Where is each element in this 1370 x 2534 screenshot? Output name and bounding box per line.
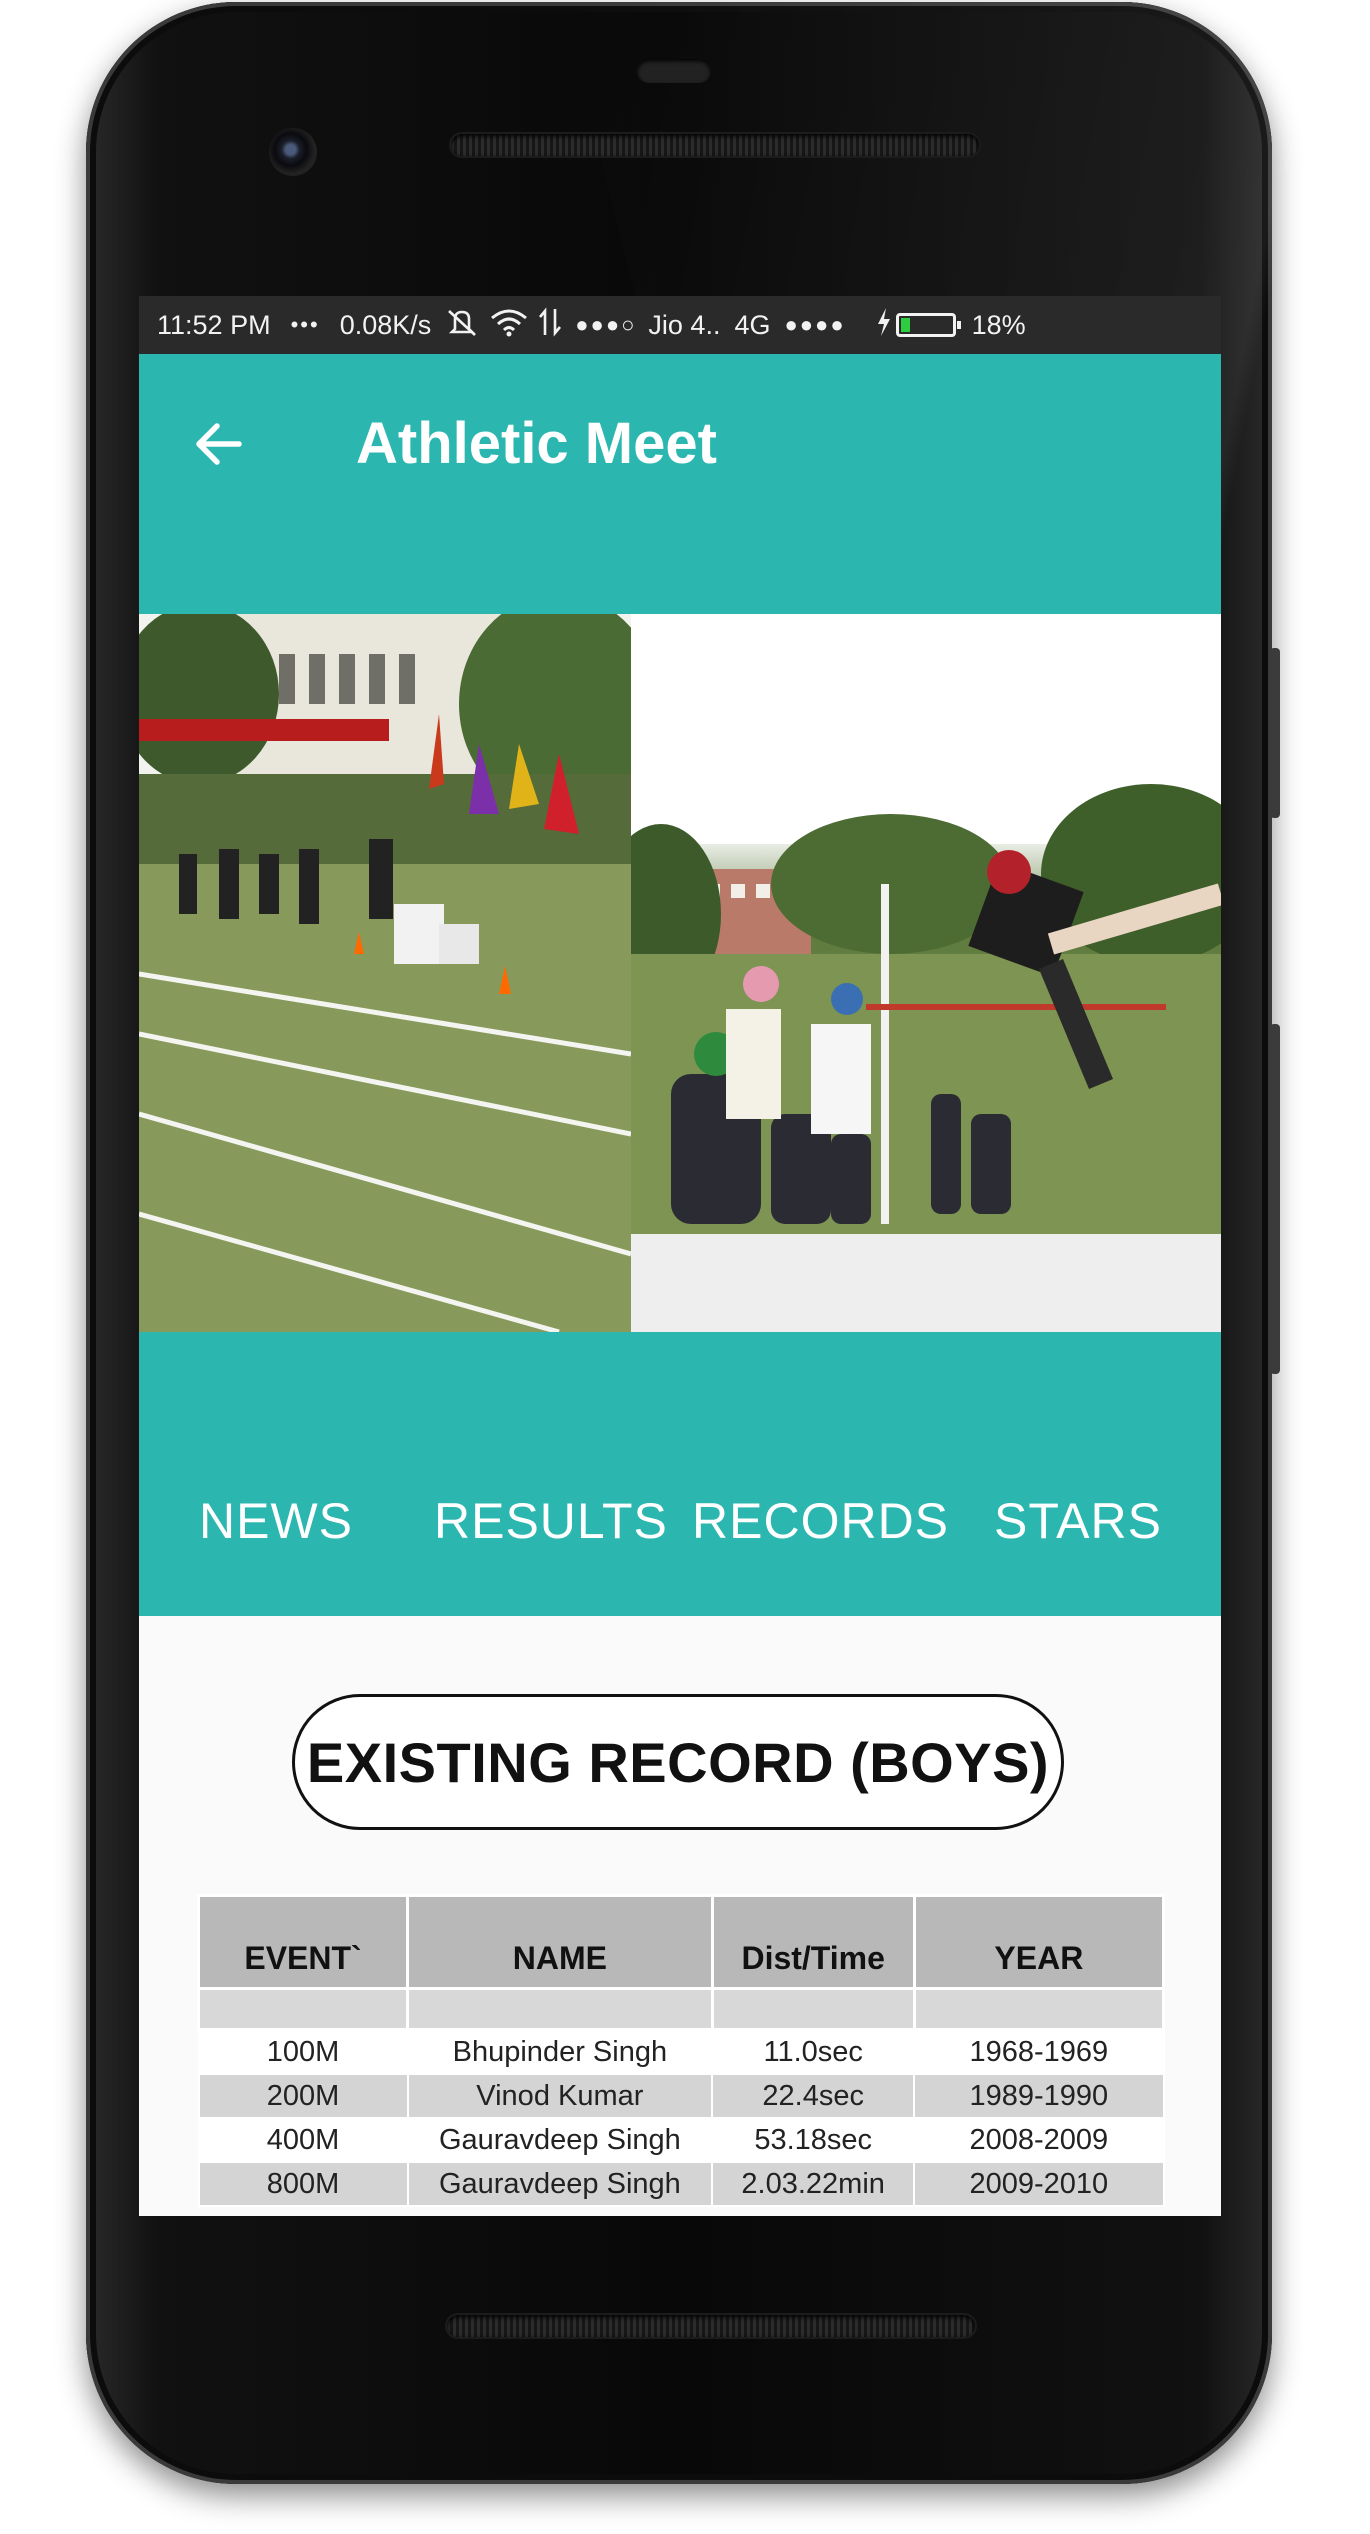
cell-year: 2009-2010 bbox=[913, 2161, 1165, 2207]
header-image-strip bbox=[139, 614, 1221, 1332]
table-row: 200M Vinod Kumar 22.4sec 1989-1990 bbox=[197, 2073, 1165, 2119]
network-speed: 0.08K/s bbox=[339, 309, 432, 340]
high-jump-photo bbox=[631, 614, 1221, 1332]
cell-name: Gauravdeep Singh bbox=[406, 2161, 714, 2207]
record-heading: EXISTING RECORD (BOYS) bbox=[292, 1694, 1064, 1830]
cell-name: Vinod Kumar bbox=[406, 2073, 714, 2119]
front-camera-icon bbox=[269, 128, 317, 176]
clock: 11:52 PM bbox=[157, 309, 271, 340]
bottom-speaker bbox=[447, 2315, 975, 2337]
cell-dist-time: 22.4sec bbox=[711, 2073, 916, 2119]
cell-event: 800M bbox=[197, 2161, 409, 2207]
tab-results[interactable]: RESULTS bbox=[434, 1492, 668, 1550]
column-header-event: EVENT` bbox=[196, 1894, 410, 1990]
network-type: 4G bbox=[734, 309, 771, 340]
app-bar: Athletic Meet bbox=[139, 354, 1221, 614]
table-header-spacer bbox=[196, 1987, 1166, 2031]
cell-name: Gauravdeep Singh bbox=[406, 2117, 714, 2163]
cell-event: 200M bbox=[197, 2073, 409, 2119]
tab-stars[interactable]: STARS bbox=[994, 1492, 1162, 1550]
table-row: 400M Gauravdeep Singh 53.18sec 2008-2009 bbox=[197, 2117, 1165, 2163]
proximity-sensor bbox=[637, 59, 711, 83]
earpiece-speaker bbox=[451, 134, 979, 156]
cell-year: 1968-1969 bbox=[913, 2028, 1165, 2075]
records-content: EXISTING RECORD (BOYS) EVENT` NAME Dist/… bbox=[139, 1616, 1221, 2216]
volume-button bbox=[1270, 648, 1280, 818]
tab-records[interactable]: RECORDS bbox=[692, 1492, 949, 1550]
mute-icon bbox=[445, 307, 479, 344]
column-header-dist-time: Dist/Time bbox=[710, 1894, 916, 1990]
charging-bolt-icon bbox=[876, 307, 892, 343]
battery-percent: 18% bbox=[971, 309, 1026, 340]
tab-news[interactable]: NEWS bbox=[199, 1492, 353, 1550]
more-dots-icon: ••• bbox=[290, 312, 320, 337]
cell-name: Bhupinder Singh bbox=[406, 2028, 714, 2075]
app-screen: 11:52 PM ••• 0.08K/s ●●●○ Jio 4.. 4G ●●●… bbox=[139, 296, 1221, 2216]
wifi-icon bbox=[489, 307, 529, 344]
column-header-year: YEAR bbox=[912, 1894, 1166, 1990]
signal-strength-2: ●●●● bbox=[784, 312, 846, 337]
tab-bar: NEWS RESULTS RECORDS STARS bbox=[139, 1332, 1221, 1616]
cell-year: 1989-1990 bbox=[913, 2073, 1165, 2119]
race-track-photo bbox=[139, 614, 631, 1332]
battery-icon bbox=[895, 313, 961, 337]
page-title: Athletic Meet bbox=[356, 411, 717, 476]
table-row: 100M Bhupinder Singh 11.0sec 1968-1969 bbox=[197, 2028, 1165, 2075]
cell-event: 400M bbox=[197, 2117, 409, 2163]
column-header-name: NAME bbox=[406, 1894, 714, 1990]
cell-dist-time: 11.0sec bbox=[711, 2028, 916, 2075]
cell-event: 100M bbox=[197, 2028, 409, 2075]
table-header-row: EVENT` NAME Dist/Time YEAR bbox=[196, 1894, 1166, 1990]
records-table: EVENT` NAME Dist/Time YEAR 100M Bhupinde… bbox=[196, 1894, 1166, 2207]
carrier-name: Jio 4.. bbox=[648, 309, 721, 340]
status-bar: 11:52 PM ••• 0.08K/s ●●●○ Jio 4.. 4G ●●●… bbox=[139, 296, 1221, 354]
power-button bbox=[1270, 1024, 1280, 1374]
cell-year: 2008-2009 bbox=[913, 2117, 1165, 2163]
signal-strength-1: ●●●○ bbox=[575, 312, 637, 337]
cell-dist-time: 53.18sec bbox=[711, 2117, 916, 2163]
data-transfer-icon bbox=[537, 306, 563, 344]
table-row: 800M Gauravdeep Singh 2.03.22min 2009-20… bbox=[197, 2161, 1165, 2207]
battery-level-fill bbox=[900, 318, 910, 332]
back-arrow-icon[interactable] bbox=[189, 414, 249, 474]
cell-dist-time: 2.03.22min bbox=[711, 2161, 916, 2207]
